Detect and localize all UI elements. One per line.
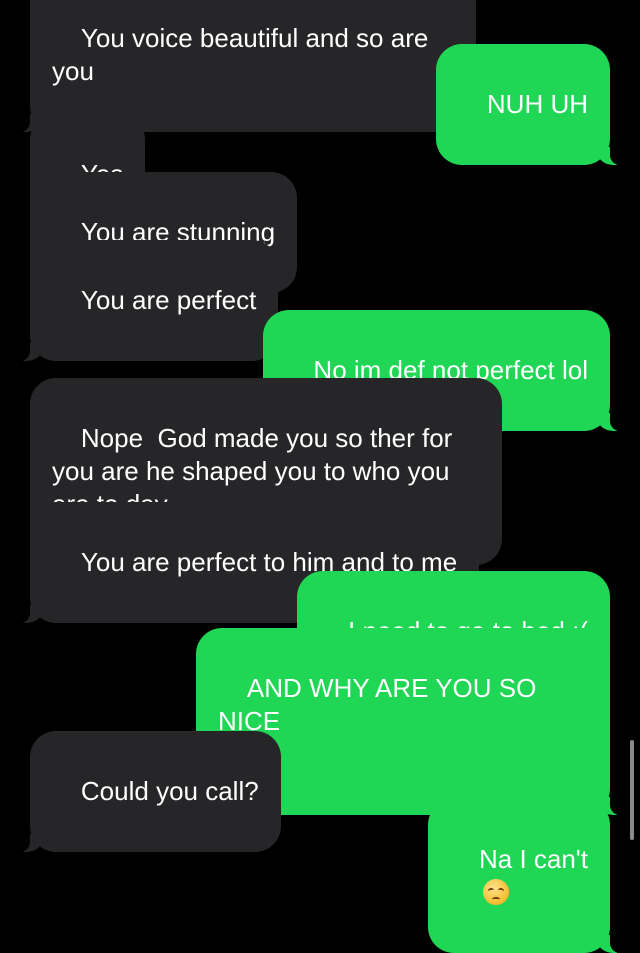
incoming-message[interactable]: Could you call? <box>16 731 281 852</box>
incoming-message[interactable]: You are perfect <box>15 240 279 361</box>
message-text: Na I can't <box>478 844 588 874</box>
outgoing-message[interactable]: NUH UH <box>435 44 625 165</box>
message-text: Could you call? <box>80 776 259 806</box>
message-text: NUH UH <box>486 89 588 119</box>
message-text: You are perfect <box>80 285 257 315</box>
message-text: You voice beautiful and so are you <box>52 23 436 86</box>
outgoing-message[interactable]: Na I can't <box>428 799 624 953</box>
pensive-face-icon <box>482 879 509 905</box>
incoming-message[interactable]: You voice beautiful and so are you <box>16 0 476 132</box>
scrollbar[interactable] <box>630 740 634 840</box>
